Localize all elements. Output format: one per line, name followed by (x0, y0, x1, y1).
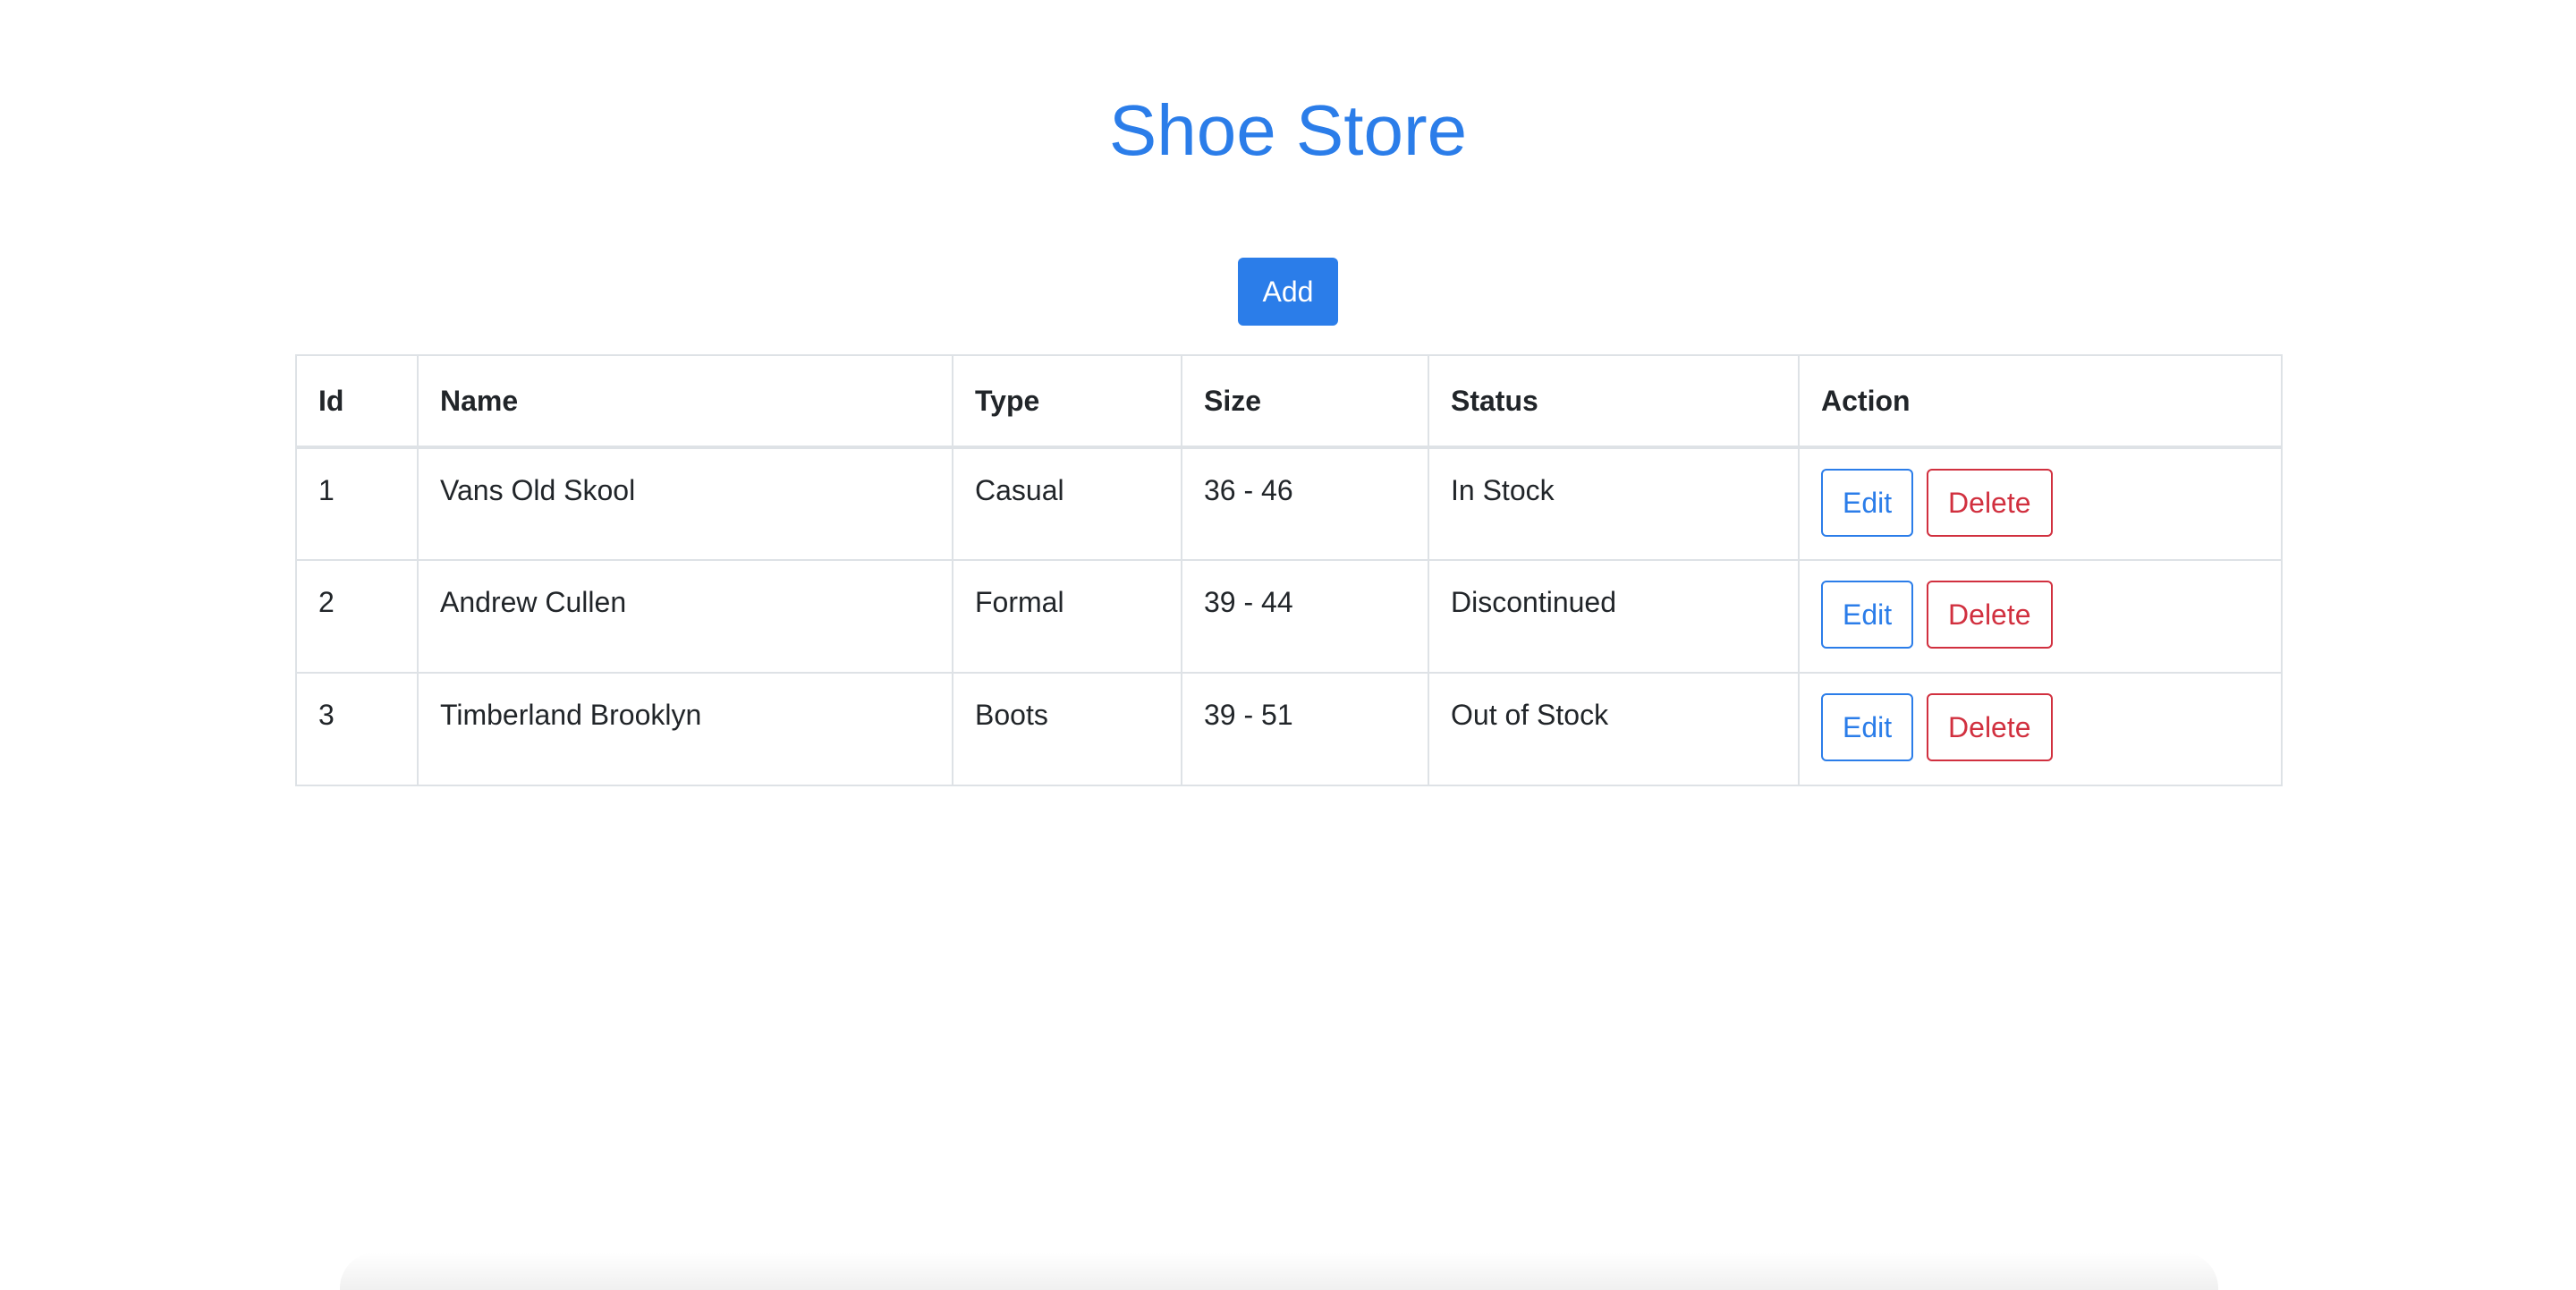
cell-size: 39 - 44 (1181, 559, 1429, 674)
cell-action: Edit Delete (1798, 672, 2283, 786)
cell-status: Out of Stock (1428, 672, 1800, 786)
column-header-action: Action (1798, 354, 2283, 449)
column-header-name: Name (417, 354, 953, 449)
edit-button[interactable]: Edit (1821, 693, 1914, 761)
cell-name: Vans Old Skool (417, 446, 953, 561)
cell-size: 36 - 46 (1181, 446, 1429, 561)
cell-status: Discontinued (1428, 559, 1800, 674)
shoes-table: Id Name Type Size Status Action 1 Vans O… (295, 354, 2283, 786)
shoes-table-container: Id Name Type Size Status Action 1 Vans O… (295, 354, 2283, 786)
window-edge-shadow (340, 1252, 2218, 1290)
page-title: Shoe Store (1108, 90, 1468, 170)
column-header-id: Id (295, 354, 419, 449)
add-button[interactable]: Add (1238, 258, 1338, 326)
cell-action: Edit Delete (1798, 446, 2283, 561)
cell-name: Timberland Brooklyn (417, 672, 953, 786)
cell-action: Edit Delete (1798, 559, 2283, 674)
edit-button[interactable]: Edit (1821, 581, 1914, 649)
table-row: 3 Timberland Brooklyn Boots 39 - 51 Out … (295, 672, 2283, 786)
edit-button[interactable]: Edit (1821, 469, 1914, 537)
delete-button[interactable]: Delete (1927, 693, 2053, 761)
table-header: Id Name Type Size Status Action (295, 354, 2283, 449)
cell-status: In Stock (1428, 446, 1800, 561)
cell-size: 39 - 51 (1181, 672, 1429, 786)
delete-button[interactable]: Delete (1927, 469, 2053, 537)
cell-id: 2 (295, 559, 419, 674)
cell-type: Formal (952, 559, 1182, 674)
shoe-store-page: Shoe Store Add Id Name Type Size Status … (0, 0, 2576, 1290)
cell-id: 1 (295, 446, 419, 561)
column-header-size: Size (1181, 354, 1429, 449)
header-row: Id Name Type Size Status Action (295, 354, 2283, 449)
column-header-type: Type (952, 354, 1182, 449)
table-body: 1 Vans Old Skool Casual 36 - 46 In Stock… (295, 446, 2283, 786)
table-row: 1 Vans Old Skool Casual 36 - 46 In Stock… (295, 446, 2283, 561)
cell-name: Andrew Cullen (417, 559, 953, 674)
cell-type: Casual (952, 446, 1182, 561)
column-header-status: Status (1428, 354, 1800, 449)
table-row: 2 Andrew Cullen Formal 39 - 44 Discontin… (295, 559, 2283, 674)
cell-type: Boots (952, 672, 1182, 786)
cell-id: 3 (295, 672, 419, 786)
delete-button[interactable]: Delete (1927, 581, 2053, 649)
